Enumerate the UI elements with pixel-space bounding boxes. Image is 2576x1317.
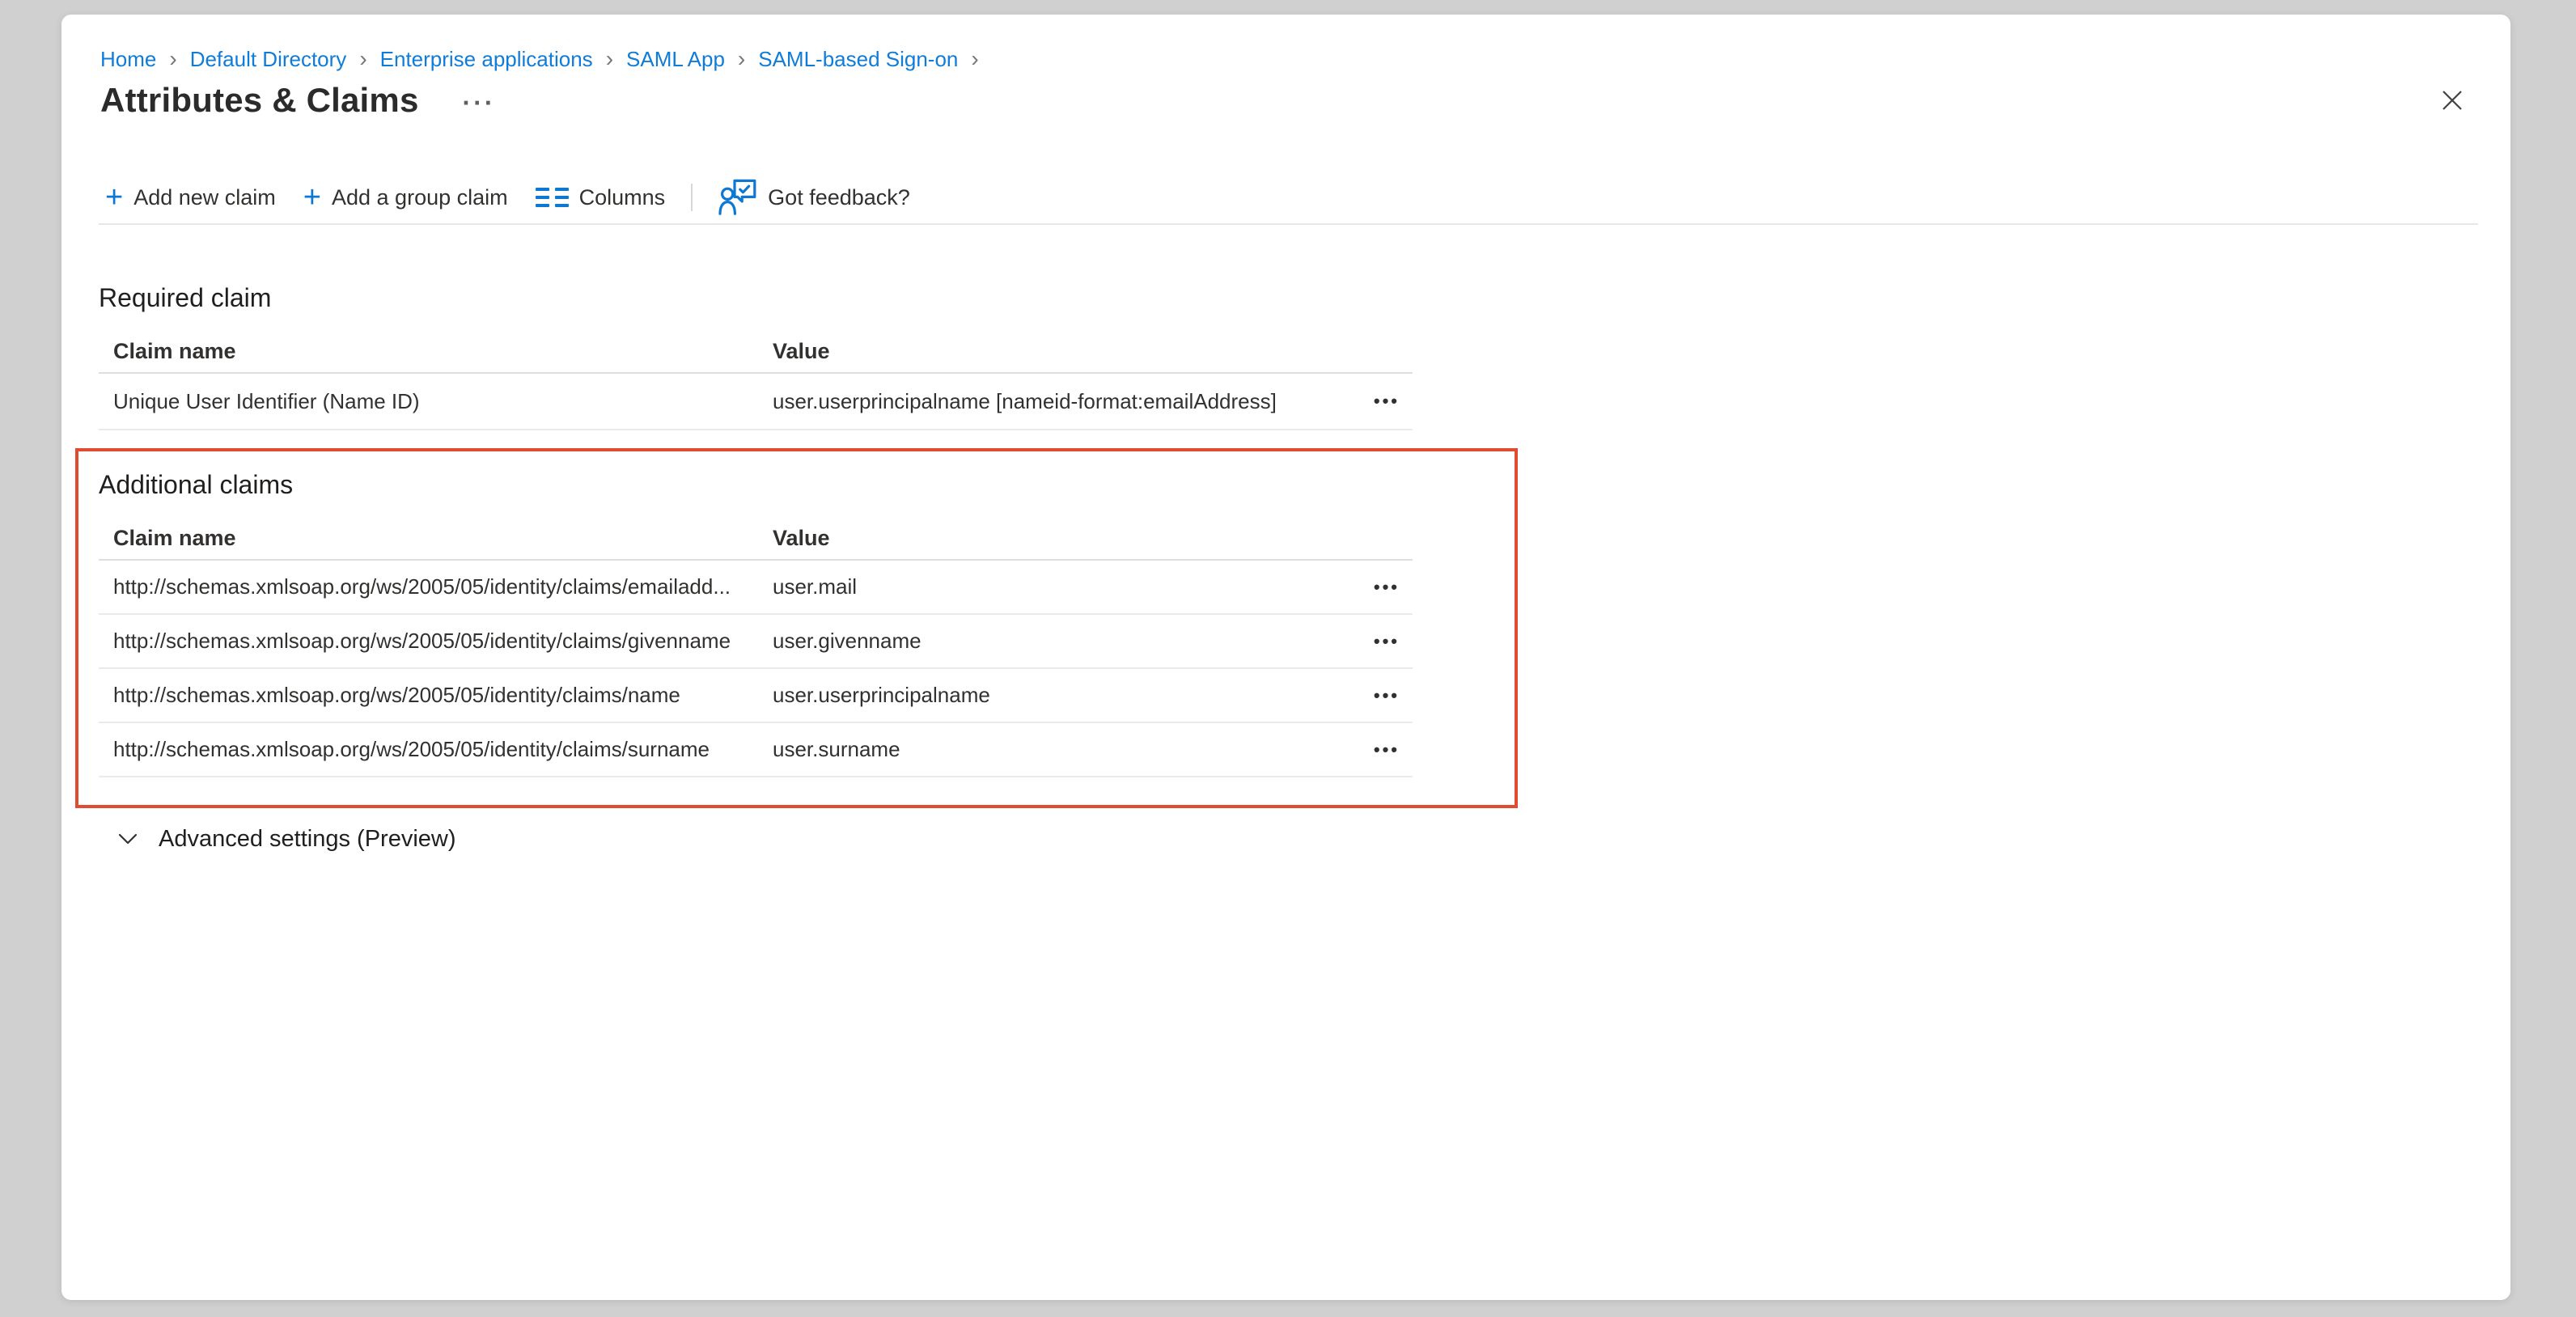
claim-row: http://schemas.xmlsoap.org/ws/2005/05/id… xyxy=(99,615,1413,669)
got-feedback-label: Got feedback? xyxy=(768,185,910,210)
breadcrumb-separator-icon: › xyxy=(167,47,178,71)
breadcrumb-separator-icon: › xyxy=(969,47,980,71)
claim-value-cell: user.userprincipalname [nameid-format:em… xyxy=(773,389,1340,414)
claim-row: http://schemas.xmlsoap.org/ws/2005/05/id… xyxy=(99,669,1413,723)
claim-row: http://schemas.xmlsoap.org/ws/2005/05/id… xyxy=(99,723,1413,777)
page-title: Attributes & Claims xyxy=(100,79,419,121)
breadcrumb-item-saml-based-sign-on[interactable]: SAML-based Sign-on xyxy=(758,45,958,73)
columns-button[interactable]: Columns xyxy=(524,180,677,215)
title-more-button[interactable]: ··· xyxy=(463,88,496,118)
claim-name-cell: http://schemas.xmlsoap.org/ws/2005/05/id… xyxy=(99,683,773,708)
claim-row: Unique User Identifier (Name ID) user.us… xyxy=(99,374,1413,430)
advanced-settings-label: Advanced settings (Preview) xyxy=(159,826,456,853)
claim-name-cell: http://schemas.xmlsoap.org/ws/2005/05/id… xyxy=(99,629,773,654)
breadcrumb-separator-icon: › xyxy=(358,47,368,71)
breadcrumb-item-saml-app[interactable]: SAML App xyxy=(626,45,725,73)
claim-name-column-header: Claim name xyxy=(99,339,773,364)
row-actions-button[interactable]: ••• xyxy=(1340,391,1413,412)
claim-value-cell: user.userprincipalname xyxy=(773,683,1340,708)
add-group-claim-label: Add a group claim xyxy=(332,185,508,210)
attributes-claims-panel: Home › Default Directory › Enterprise ap… xyxy=(61,15,2510,1300)
toolbar-rule xyxy=(99,223,2478,225)
toolbar: + Add new claim + Add a group claim Colu… xyxy=(94,178,922,217)
columns-icon xyxy=(536,188,569,207)
breadcrumb-item-enterprise-applications[interactable]: Enterprise applications xyxy=(380,45,593,73)
required-claim-table-header: Claim name Value xyxy=(99,330,1413,374)
columns-label: Columns xyxy=(579,185,666,210)
value-column-header: Value xyxy=(773,339,1340,364)
plus-icon: + xyxy=(105,185,123,210)
claim-name-cell: http://schemas.xmlsoap.org/ws/2005/05/id… xyxy=(99,737,773,762)
add-new-claim-button[interactable]: + Add new claim xyxy=(94,180,287,215)
close-button[interactable] xyxy=(2436,84,2468,116)
required-claim-heading: Required claim xyxy=(99,282,1413,314)
claim-name-cell: http://schemas.xmlsoap.org/ws/2005/05/id… xyxy=(99,574,773,599)
row-actions-button[interactable]: ••• xyxy=(1340,739,1413,760)
required-claim-section: Required claim Claim name Value Unique U… xyxy=(99,282,1413,430)
breadcrumb-item-default-directory[interactable]: Default Directory xyxy=(190,45,347,73)
claim-value-cell: user.givenname xyxy=(773,629,1340,654)
got-feedback-button[interactable]: Got feedback? xyxy=(707,174,922,221)
toolbar-divider xyxy=(691,184,693,211)
claim-name-column-header: Claim name xyxy=(99,526,773,551)
breadcrumb-separator-icon: › xyxy=(604,47,615,71)
breadcrumb: Home › Default Directory › Enterprise ap… xyxy=(100,45,981,73)
additional-claims-section: Additional claims Claim name Value http:… xyxy=(99,468,1413,777)
add-new-claim-label: Add new claim xyxy=(133,185,276,210)
breadcrumb-separator-icon: › xyxy=(736,47,747,71)
row-actions-button[interactable]: ••• xyxy=(1340,577,1413,598)
add-group-claim-button[interactable]: + Add a group claim xyxy=(292,180,519,215)
advanced-settings-toggle[interactable]: Advanced settings (Preview) xyxy=(118,823,456,855)
row-actions-button[interactable]: ••• xyxy=(1340,631,1413,652)
chevron-down-icon xyxy=(118,833,138,845)
claim-value-cell: user.mail xyxy=(773,574,1340,599)
claim-value-cell: user.surname xyxy=(773,737,1340,762)
close-icon xyxy=(2440,88,2464,112)
additional-claims-table-header: Claim name Value xyxy=(99,517,1413,561)
claim-row: http://schemas.xmlsoap.org/ws/2005/05/id… xyxy=(99,561,1413,615)
plus-icon: + xyxy=(303,185,321,210)
title-row: Attributes & Claims ··· xyxy=(100,79,496,121)
breadcrumb-item-home[interactable]: Home xyxy=(100,45,156,73)
row-actions-button[interactable]: ••• xyxy=(1340,685,1413,706)
person-feedback-icon xyxy=(718,179,757,216)
value-column-header: Value xyxy=(773,526,1340,551)
additional-claims-heading: Additional claims xyxy=(99,468,1413,501)
claim-name-cell: Unique User Identifier (Name ID) xyxy=(99,389,773,414)
